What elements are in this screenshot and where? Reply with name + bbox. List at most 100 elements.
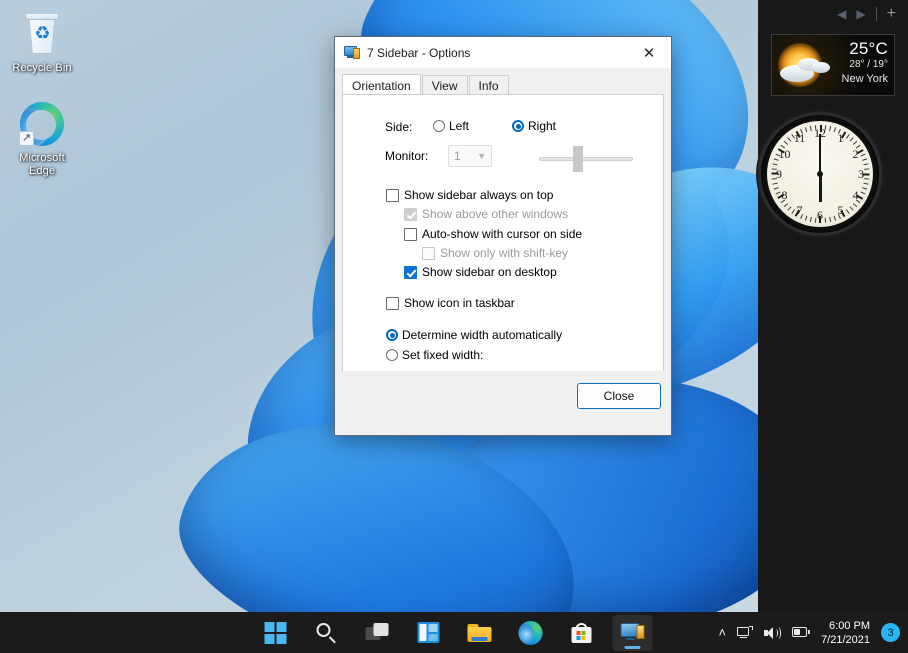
- radio-indicator: [386, 329, 398, 341]
- taskbar-task-view-button[interactable]: [358, 615, 398, 651]
- radio-set-fixed-width[interactable]: Set fixed width:: [386, 348, 483, 362]
- checkbox-show-sidebar-always-on-top[interactable]: Show sidebar always on top: [386, 188, 553, 202]
- weather-gadget[interactable]: 25°C 28° / 19° New York: [771, 34, 895, 96]
- checkbox-indicator: [404, 227, 417, 241]
- taskbar-widgets-button[interactable]: [409, 615, 449, 651]
- desktop-icon-microsoft-edge[interactable]: ↗ Microsoft Edge: [4, 100, 80, 178]
- toolbar-divider: [875, 7, 877, 21]
- clock-numeral: 3: [858, 167, 864, 181]
- close-button[interactable]: Close: [577, 383, 661, 409]
- taskbar-start-button[interactable]: [256, 615, 296, 651]
- checkbox-auto-show-with-cursor-on-side[interactable]: Auto-show with cursor on side: [404, 227, 582, 241]
- clock-tick: [863, 163, 869, 166]
- radio-right-indicator: [512, 120, 524, 132]
- checkbox-label: Show sidebar always on top: [404, 188, 554, 202]
- taskbar-search-button[interactable]: [307, 615, 347, 651]
- add-gadget-button[interactable]: +: [887, 6, 896, 22]
- taskbar-microsoft-edge-button[interactable]: [511, 615, 551, 651]
- widgets-icon: [417, 622, 440, 643]
- clock-numeral: 6: [817, 208, 823, 222]
- recycle-bin-icon: ♻: [18, 10, 66, 58]
- taskbar: ˄ 6:00 PM 7/21/2021 3: [0, 612, 908, 653]
- battery-icon[interactable]: [792, 627, 811, 638]
- clock-tick: [787, 137, 792, 142]
- previous-gadget-icon[interactable]: ◀: [837, 8, 846, 20]
- clock-tick: [809, 125, 812, 132]
- monitor-select-value: 1: [454, 149, 461, 163]
- microsoft-store-icon: [571, 622, 593, 644]
- shortcut-arrow-icon: ↗: [19, 131, 34, 146]
- clock-time: 6:00 PM: [829, 619, 870, 632]
- checkbox-label: Show only with shift-key: [440, 246, 569, 260]
- radio-left-indicator: [433, 120, 445, 132]
- clock-numeral: 11: [793, 131, 806, 146]
- clock-face: 12 1 2 3 4 5 6 7 8 9 10 11: [767, 121, 873, 227]
- clock-numeral: 4: [852, 187, 859, 202]
- edge-label-line2: Edge: [28, 165, 56, 177]
- clock-tick: [809, 216, 812, 223]
- clock-numeral: 9: [776, 167, 782, 181]
- side-label: Side:: [385, 120, 413, 134]
- tab-view[interactable]: View: [421, 75, 468, 95]
- close-window-icon[interactable]: ✕: [627, 37, 671, 68]
- checkbox-show-icon-in-taskbar[interactable]: Show icon in taskbar: [386, 296, 515, 310]
- tab-panel-orientation: Side: Left Right Monitor: 1 ▼ Show sideb…: [342, 94, 664, 394]
- clock-tick: [852, 140, 858, 145]
- dialog-titlebar[interactable]: 7 Sidebar - Options ✕: [335, 37, 671, 69]
- checkbox-indicator: [404, 265, 417, 279]
- notification-badge[interactable]: 3: [881, 623, 900, 642]
- fixed-width-slider[interactable]: [539, 146, 633, 172]
- checkbox-show-only-with-shift-key: Show only with shift-key: [422, 246, 568, 260]
- radio-indicator: [386, 349, 398, 361]
- clock-hour-hand: [818, 174, 822, 202]
- checkbox-indicator: [386, 188, 399, 202]
- taskbar-clock[interactable]: 6:00 PM 7/21/2021: [821, 619, 870, 647]
- clock-gadget[interactable]: 12 1 2 3 4 5 6 7 8 9 10 11: [758, 112, 882, 236]
- clock-tick: [849, 206, 854, 211]
- desktop-icon-recycle-bin[interactable]: ♻ Recycle Bin: [4, 10, 80, 75]
- tab-orientation[interactable]: Orientation: [342, 74, 421, 94]
- checkbox-label: Show sidebar on desktop: [422, 265, 557, 279]
- checkbox-label: Show icon in taskbar: [404, 296, 515, 310]
- cloud-icon: [812, 62, 830, 73]
- clock-tick: [852, 203, 858, 208]
- taskbar-file-explorer-button[interactable]: [460, 615, 500, 651]
- checkbox-label: Show above other windows: [422, 207, 569, 221]
- monitor-label: Monitor:: [385, 149, 429, 163]
- checkbox-show-sidebar-on-desktop[interactable]: Show sidebar on desktop: [404, 265, 557, 279]
- network-icon[interactable]: [737, 625, 754, 640]
- radio-label: Set fixed width:: [402, 348, 484, 362]
- next-gadget-icon[interactable]: ▶: [856, 8, 865, 20]
- file-explorer-icon: [467, 623, 492, 643]
- taskbar-items: [256, 614, 653, 651]
- seven-sidebar-icon: [620, 622, 645, 643]
- taskbar-microsoft-store-button[interactable]: [562, 615, 602, 651]
- checkbox-label: Auto-show with cursor on side: [422, 227, 583, 241]
- clock-date: 7/21/2021: [821, 633, 870, 646]
- checkbox-show-above-other-windows: Show above other windows: [404, 207, 568, 221]
- seven-sidebar-app-icon: [344, 45, 360, 61]
- show-hidden-icons-chevron-icon[interactable]: ˄: [718, 626, 726, 639]
- clock-numeral: 7: [796, 202, 803, 217]
- slider-thumb[interactable]: [573, 146, 583, 172]
- desktop-icon-label: Microsoft Edge: [4, 152, 80, 178]
- dialog-title: 7 Sidebar - Options: [367, 45, 471, 60]
- search-icon: [316, 622, 338, 644]
- screen: ♻ Recycle Bin ↗ Microsoft Edge ◀ ▶ + 25°…: [0, 0, 908, 653]
- edge-label-line1: Microsoft: [19, 152, 65, 164]
- options-dialog: 7 Sidebar - Options ✕ Orientation View I…: [334, 36, 672, 436]
- clock-tick: [862, 187, 868, 190]
- radio-side-left[interactable]: Left: [433, 119, 469, 133]
- windows-logo-icon: [264, 621, 287, 644]
- desktop-icon-label: Recycle Bin: [12, 62, 72, 74]
- monitor-select[interactable]: 1 ▼: [448, 145, 492, 167]
- microsoft-edge-icon: [518, 620, 543, 645]
- volume-icon[interactable]: [764, 626, 782, 640]
- taskbar-seven-sidebar-button[interactable]: [612, 614, 653, 651]
- tab-info[interactable]: Info: [468, 75, 509, 95]
- radio-side-right[interactable]: Right: [512, 119, 556, 133]
- radio-determine-width-automatically[interactable]: Determine width automatically: [386, 328, 562, 342]
- clock-minute-hand: [819, 134, 821, 174]
- clock-numeral: 1: [837, 131, 844, 146]
- system-tray: ˄ 6:00 PM 7/21/2021 3: [718, 619, 900, 647]
